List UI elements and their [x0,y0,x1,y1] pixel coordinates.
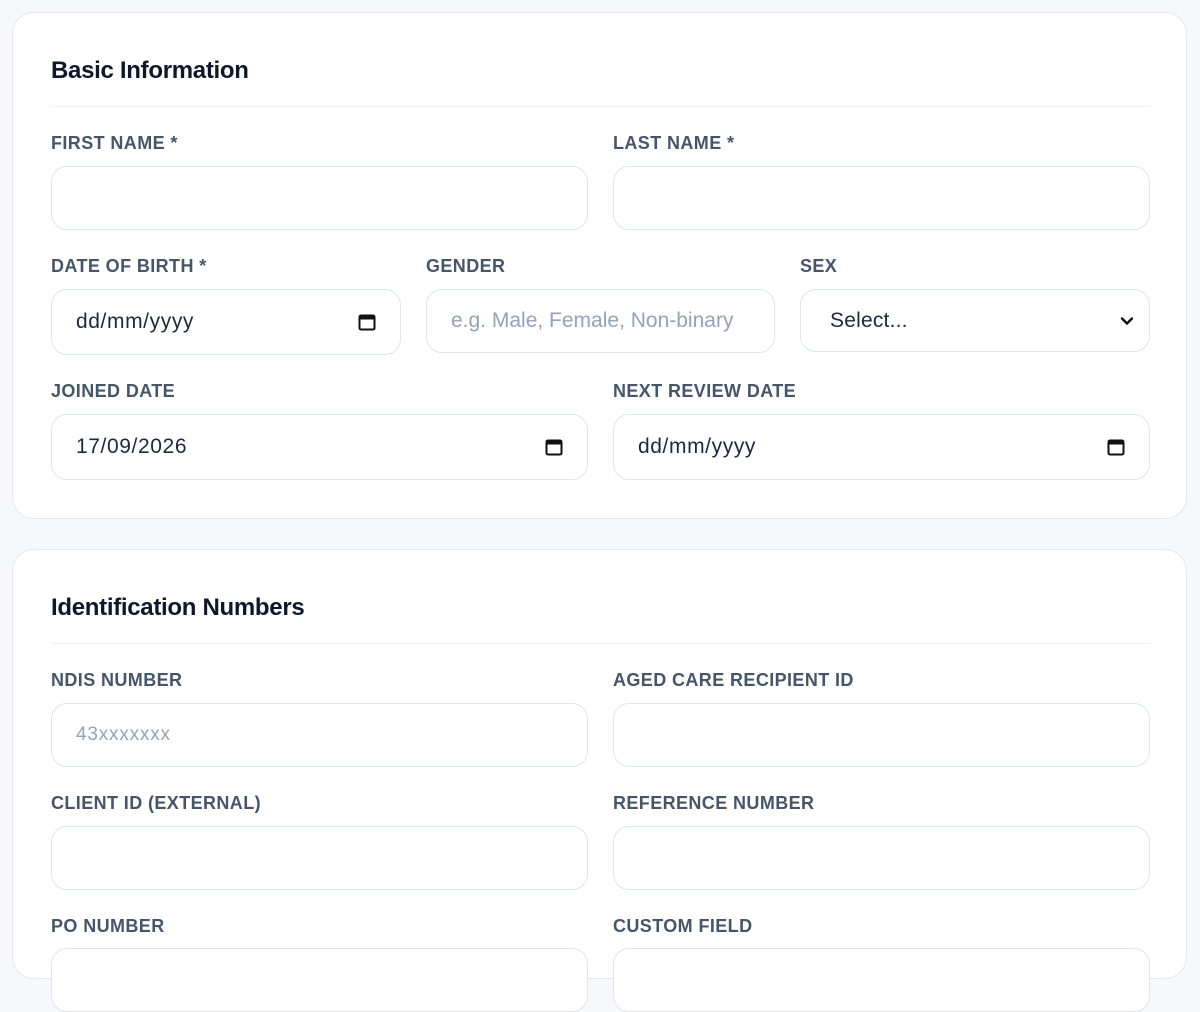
section-title: Basic Information [51,57,249,84]
po-number-input[interactable] [51,948,588,1012]
next-review-date-input[interactable]: dd/mm/yyyy [613,414,1150,480]
next-review-date-label: NEXT REVIEW DATE [613,381,797,401]
first-name-input[interactable] [51,166,588,230]
joined-date-input[interactable]: 17/09/2026 [51,414,588,480]
calendar-icon[interactable] [358,313,376,331]
client-id-external-input[interactable] [51,826,588,890]
ndis-number-input[interactable]: 43xxxxxxx [51,703,588,767]
basic-information-card: Basic Information FIRST NAME * LAST NAME… [12,12,1187,519]
sex-label: SEX [800,256,838,276]
custom-field-label: CUSTOM FIELD [613,916,753,936]
reference-number-input[interactable] [613,826,1150,890]
last-name-input[interactable] [613,166,1150,230]
identification-numbers-card: Identification Numbers NDIS NUMBER 43xxx… [12,549,1187,1012]
custom-field-input[interactable] [613,948,1150,1012]
last-name-label: LAST NAME * [613,133,735,153]
section-title: Identification Numbers [51,594,305,621]
date-of-birth-input[interactable]: dd/mm/yyyy [51,289,401,355]
joined-date-label: JOINED DATE [51,381,176,401]
gender-label: GENDER [426,256,506,276]
section-divider [51,643,1150,644]
ndis-number-label: NDIS NUMBER [51,670,183,690]
aged-care-recipient-id-input[interactable] [613,703,1150,767]
aged-care-recipient-id-label: AGED CARE RECIPIENT ID [613,670,854,690]
sex-select[interactable]: Select... [800,289,1150,352]
first-name-label: FIRST NAME * [51,133,178,153]
po-number-label: PO NUMBER [51,916,165,936]
client-id-external-label: CLIENT ID (EXTERNAL) [51,793,261,813]
calendar-icon[interactable] [545,438,563,456]
calendar-icon[interactable] [1107,438,1125,456]
date-of-birth-label: DATE OF BIRTH * [51,256,207,276]
reference-number-label: REFERENCE NUMBER [613,793,815,813]
chevron-down-icon [1120,316,1134,325]
section-divider [51,106,1150,107]
gender-input[interactable]: e.g. Male, Female, Non-binary [426,289,775,353]
